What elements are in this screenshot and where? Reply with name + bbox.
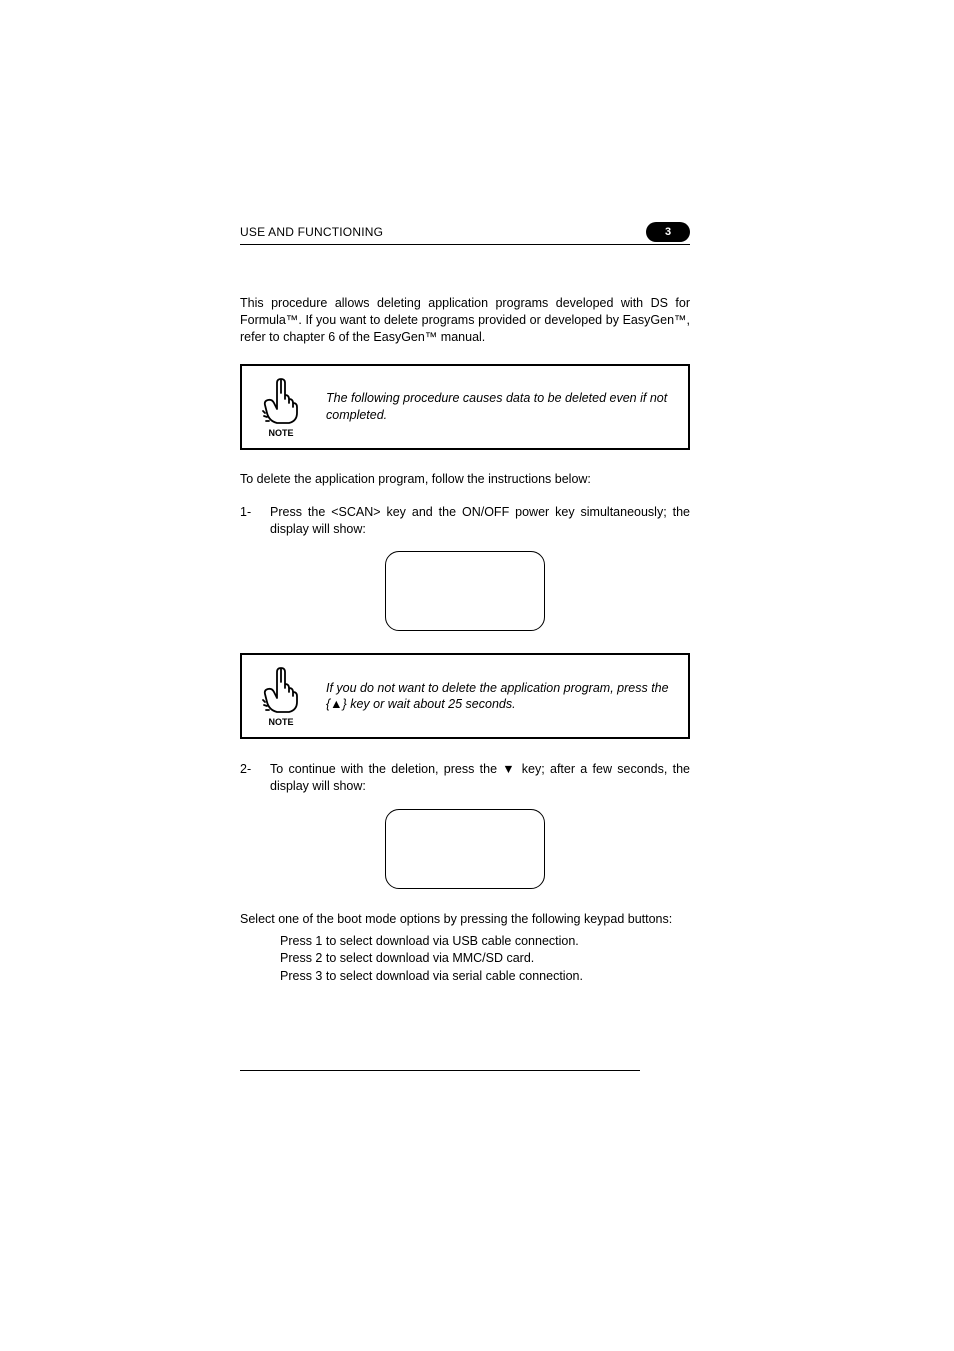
note-label: NOTE [268, 428, 293, 438]
step-text: Press the <SCAN> key and the ON/OFF powe… [270, 504, 690, 538]
boot-option-3: Press 3 to select download via serial ca… [280, 968, 690, 986]
instruction-lead: To delete the application program, follo… [240, 472, 690, 486]
step-2: 2- To continue with the deletion, press … [240, 761, 690, 795]
boot-option-2: Press 2 to select download via MMC/SD ca… [280, 950, 690, 968]
note-icon-container: NOTE [256, 376, 306, 438]
display-screen-2 [385, 809, 545, 889]
note-icon-container: NOTE [256, 665, 306, 727]
step-number: 1- [240, 504, 270, 538]
step-number: 2- [240, 761, 270, 795]
hand-pointing-icon [256, 376, 306, 426]
step-text: To continue with the deletion, press the… [270, 761, 690, 795]
note-text-2: If you do not want to delete the applica… [326, 680, 674, 714]
boot-option-1: Press 1 to select download via USB cable… [280, 933, 690, 951]
hand-pointing-icon [256, 665, 306, 715]
intro-paragraph: This procedure allows deleting applicati… [240, 295, 690, 346]
section-badge: 3 [646, 222, 690, 242]
boot-mode-lead: Select one of the boot mode options by p… [240, 911, 690, 929]
header-title: USE AND FUNCTIONING [240, 225, 383, 239]
note-text-1: The following procedure causes data to b… [326, 390, 674, 424]
note-box-1: NOTE The following procedure causes data… [240, 364, 690, 450]
document-page: USE AND FUNCTIONING 3 This procedure all… [0, 0, 954, 985]
note-label: NOTE [268, 717, 293, 727]
display-screen-1 [385, 551, 545, 631]
footer-rule [240, 1070, 640, 1071]
note-box-2: NOTE If you do not want to delete the ap… [240, 653, 690, 739]
page-header: USE AND FUNCTIONING 3 [240, 222, 690, 245]
step-1: 1- Press the <SCAN> key and the ON/OFF p… [240, 504, 690, 538]
